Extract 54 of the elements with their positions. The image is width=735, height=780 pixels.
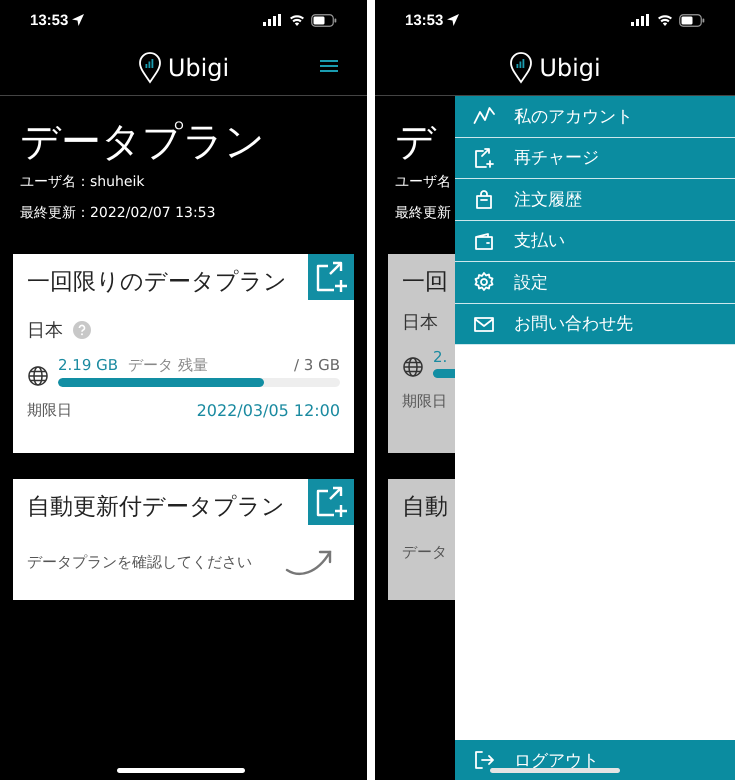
menu-item[interactable]: 設定	[455, 262, 735, 304]
page-title: データプラン	[20, 118, 266, 166]
wifi-icon	[657, 14, 673, 26]
data-amount: 2.19 GB	[58, 356, 118, 374]
signal-icon	[631, 14, 651, 26]
username-text: ユーザ名：shuheik	[20, 173, 146, 192]
location-arrow-icon	[71, 13, 86, 27]
logout-icon	[473, 749, 495, 771]
plan-message: データプランを確認してください	[27, 552, 252, 572]
country-name: 日本	[402, 311, 438, 334]
export-plus-icon	[314, 485, 348, 519]
gear-icon	[473, 271, 495, 294]
menu-button[interactable]	[319, 59, 339, 73]
username-text: ユーザ名	[395, 173, 452, 192]
signal-icon	[263, 14, 283, 26]
expiry-label: 期限日	[402, 392, 447, 411]
globe-icon	[402, 356, 424, 378]
last-updated-text: 最終更新：2022/02/07 13:53	[20, 204, 216, 223]
location-pin-icon	[138, 52, 162, 84]
export-plus-icon	[314, 260, 348, 294]
plan-title: 一回	[402, 268, 448, 296]
plan-title: 自動	[402, 493, 448, 521]
battery-icon	[679, 14, 705, 26]
status-time: 13:53	[30, 12, 68, 28]
plan-title: 一回限りのデータプラン	[27, 268, 287, 296]
data-amount: 2.	[433, 348, 448, 366]
app-logo: Ubigi	[168, 54, 230, 82]
app-logo: Ubigi	[539, 54, 601, 82]
status-time: 13:53	[405, 12, 444, 28]
country-name: 日本	[27, 319, 63, 342]
page-title: デ	[395, 118, 438, 166]
menu-item[interactable]: 再チャージ	[455, 138, 735, 179]
plan-message: データ	[402, 543, 447, 562]
data-label: データ 残量	[128, 356, 208, 375]
plan-title: 自動更新付データプラン	[27, 493, 285, 521]
add-plan-button[interactable]	[308, 479, 354, 525]
battery-icon	[311, 14, 337, 26]
shopping-bag-icon	[473, 188, 495, 210]
location-pin-icon	[509, 52, 534, 84]
logout-button[interactable]: ログアウト	[455, 740, 735, 780]
menu-item[interactable]: お問い合わせ先	[455, 304, 735, 345]
export-plus-icon	[473, 146, 495, 169]
wifi-icon	[289, 14, 305, 26]
menu-item[interactable]: 注文履歴	[455, 179, 735, 220]
menu-item[interactable]: 支払い	[455, 220, 735, 262]
location-arrow-icon	[446, 13, 460, 27]
data-total: / 3 GB	[294, 356, 340, 374]
menu-item[interactable]: 私のアカウント	[455, 96, 735, 138]
expiry-date: 2022/03/05 12:00	[196, 401, 340, 420]
add-plan-button[interactable]	[308, 254, 354, 300]
menu-icon	[319, 59, 339, 73]
globe-icon	[27, 365, 49, 387]
expiry-label: 期限日	[27, 401, 72, 420]
last-updated-text: 最終更新	[395, 204, 452, 223]
